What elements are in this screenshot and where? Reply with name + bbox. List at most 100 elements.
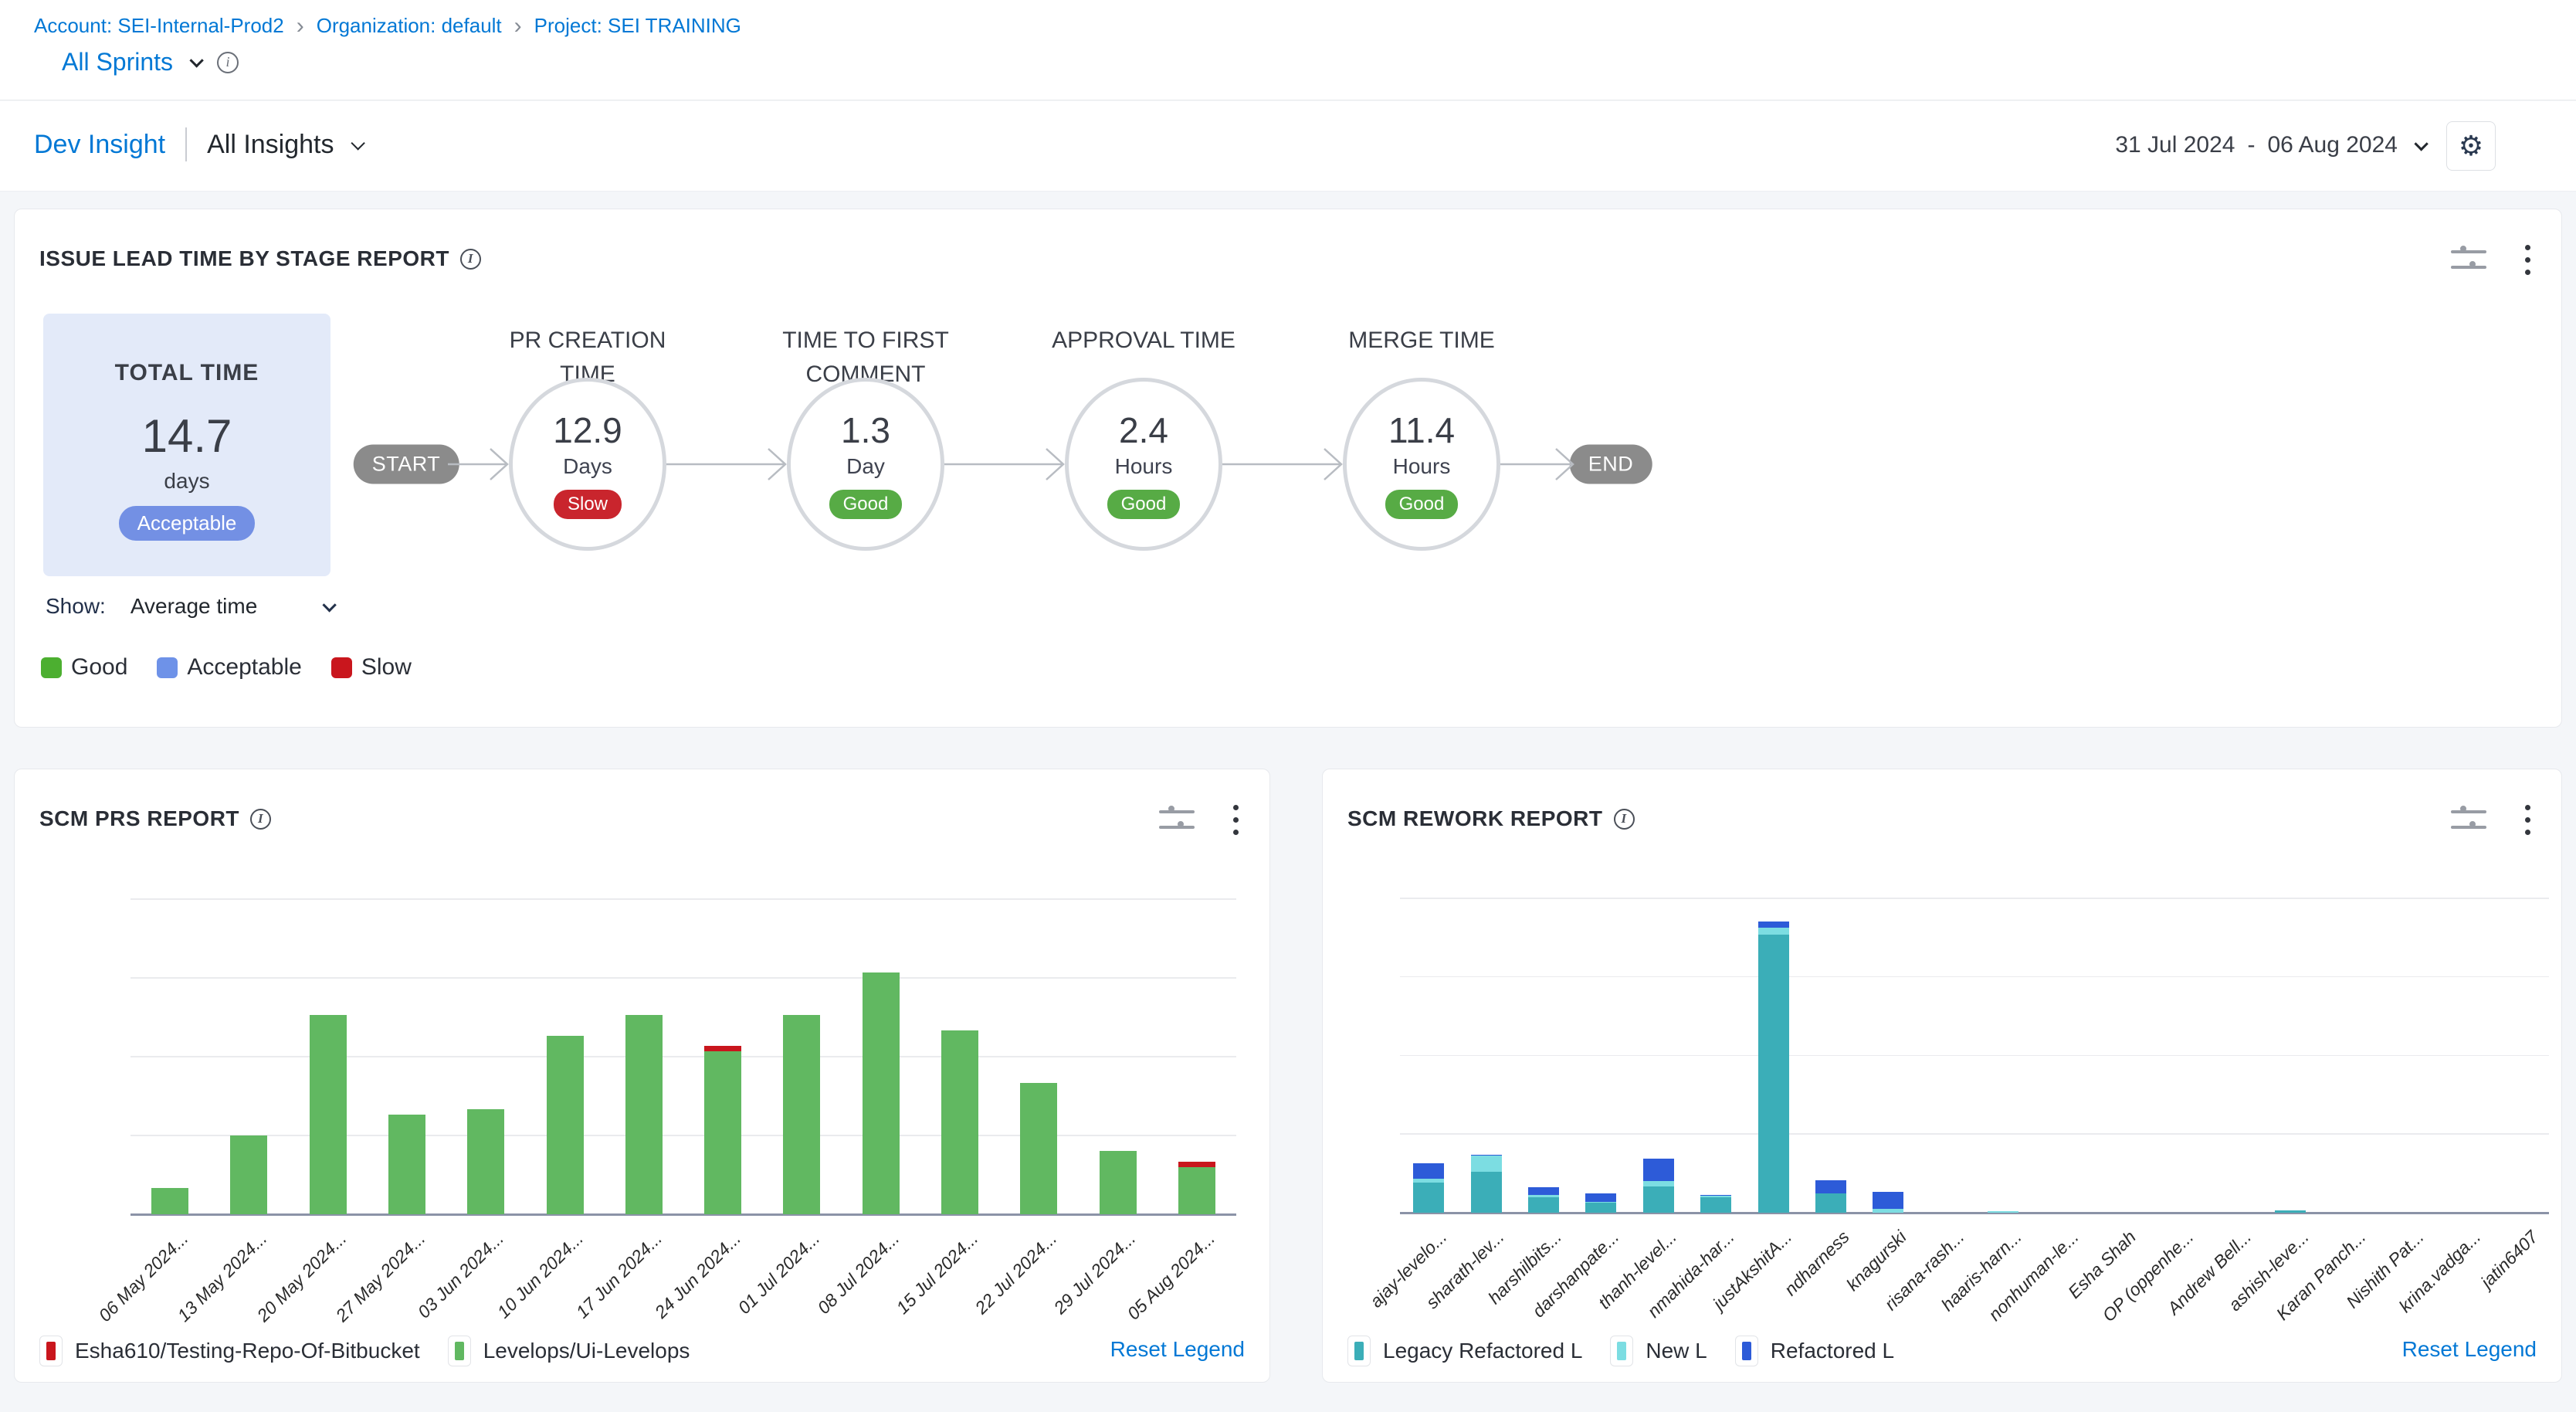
legend-swatch bbox=[448, 1336, 471, 1366]
bar-segment[interactable] bbox=[1178, 1162, 1215, 1167]
bar-segment[interactable] bbox=[1700, 1196, 1731, 1197]
bar-segment[interactable] bbox=[1471, 1155, 1502, 1156]
bar-segment[interactable] bbox=[1178, 1167, 1215, 1214]
bar-segment[interactable] bbox=[1100, 1151, 1137, 1214]
stage-rating-badge: Good bbox=[1107, 490, 1181, 519]
bar-segment[interactable] bbox=[467, 1109, 504, 1214]
bar-segment[interactable] bbox=[1413, 1163, 1444, 1179]
insight-switcher[interactable]: All Insights bbox=[207, 130, 334, 160]
stage-value: 2.4 bbox=[1119, 409, 1168, 451]
divider bbox=[185, 127, 187, 161]
legend-item[interactable]: Refactored L bbox=[1735, 1336, 1894, 1366]
gridline bbox=[1400, 898, 2549, 899]
x-axis-line bbox=[1400, 1212, 2549, 1214]
legend-swatch bbox=[1735, 1336, 1758, 1366]
flow-arrow bbox=[448, 440, 509, 489]
breadcrumb-item[interactable]: Project: SEI TRAINING bbox=[534, 14, 741, 38]
flow-arrow bbox=[1500, 440, 1574, 489]
bar-segment[interactable] bbox=[1873, 1209, 1903, 1213]
issue-lead-time-panel: ISSUE LEAD TIME BY STAGE REPORT i TOTAL … bbox=[14, 209, 2562, 728]
bar-segment[interactable] bbox=[1643, 1159, 1674, 1182]
chevron-down-icon bbox=[2414, 137, 2428, 151]
plot-area bbox=[130, 899, 1236, 1214]
date-range-end: 06 Aug 2024 bbox=[2267, 132, 2398, 158]
scm-rework-panel: SCM REWORK REPORT i ajay-levelo...sharat… bbox=[1322, 769, 2562, 1383]
reset-legend-link[interactable]: Reset Legend bbox=[2402, 1337, 2537, 1362]
stage-title: APPROVAL TIME bbox=[1035, 324, 1252, 358]
chevron-down-icon bbox=[189, 53, 203, 67]
legend-label: Esha610/Testing-Repo-Of-Bitbucket bbox=[75, 1339, 420, 1363]
bar-segment[interactable] bbox=[230, 1135, 267, 1214]
chevron-down-icon[interactable] bbox=[351, 136, 364, 150]
sprint-selector[interactable]: All Sprints i bbox=[62, 48, 239, 76]
stage-value: 11.4 bbox=[1388, 409, 1455, 451]
bar-segment[interactable] bbox=[1758, 922, 1789, 928]
gear-icon: ⚙ bbox=[2459, 130, 2483, 162]
stage-node[interactable]: 12.9 Days Slow bbox=[509, 378, 666, 551]
bar-segment[interactable] bbox=[1700, 1197, 1731, 1213]
breadcrumb-item[interactable]: Organization: default bbox=[317, 14, 502, 38]
breadcrumb-item[interactable]: Account: SEI-Internal-Prod2 bbox=[34, 14, 284, 38]
bar-segment[interactable] bbox=[783, 1015, 820, 1214]
stage-node[interactable]: 11.4HoursGood bbox=[1343, 378, 1500, 551]
bar-segment[interactable] bbox=[1020, 1083, 1057, 1214]
legend-swatch bbox=[39, 1336, 63, 1366]
bar-segment[interactable] bbox=[1413, 1183, 1444, 1213]
stage-node[interactable]: 1.3DayGood bbox=[787, 378, 944, 551]
legend-item[interactable]: Levelops/Ui-Levelops bbox=[448, 1336, 690, 1366]
legend-swatch-color bbox=[46, 1342, 56, 1360]
scm-rework-chart: ajay-levelo...sharath-lev...harshilbits.… bbox=[1323, 769, 2561, 1382]
date-range-selector[interactable]: 31 Jul 2024 - 06 Aug 2024 bbox=[2115, 132, 2425, 158]
plot-area bbox=[1400, 898, 2549, 1213]
bar-segment[interactable] bbox=[1700, 1195, 1731, 1196]
bar-segment[interactable] bbox=[941, 1030, 978, 1214]
bar-segment[interactable] bbox=[547, 1036, 584, 1214]
bar-segment[interactable] bbox=[1585, 1202, 1616, 1203]
bar-segment[interactable] bbox=[1758, 935, 1789, 1213]
bar-segment[interactable] bbox=[1528, 1195, 1559, 1197]
bar-segment[interactable] bbox=[1471, 1172, 1502, 1213]
bar-segment[interactable] bbox=[1528, 1197, 1559, 1213]
bar-segment[interactable] bbox=[310, 1015, 347, 1214]
bar-segment[interactable] bbox=[625, 1015, 663, 1214]
flow-end-pill: END bbox=[1570, 445, 1652, 484]
bar-segment[interactable] bbox=[863, 972, 900, 1214]
stage-node[interactable]: 2.4HoursGood bbox=[1065, 378, 1222, 551]
bar-segment[interactable] bbox=[1528, 1187, 1559, 1194]
lead-time-flow: STARTENDPR CREATION TIME12.9DaysSlowTIME… bbox=[15, 209, 2561, 727]
reset-legend-link[interactable]: Reset Legend bbox=[1110, 1337, 1245, 1362]
bar-segment[interactable] bbox=[388, 1115, 425, 1214]
bar-segment[interactable] bbox=[151, 1188, 188, 1214]
dev-insight-link[interactable]: Dev Insight bbox=[34, 130, 165, 160]
settings-button[interactable]: ⚙ bbox=[2446, 121, 2496, 171]
bar-segment[interactable] bbox=[1413, 1179, 1444, 1183]
bar-segment[interactable] bbox=[1643, 1181, 1674, 1186]
scm-prs-panel: SCM PRS REPORT i 06 May 2024...13 May 20… bbox=[14, 769, 1270, 1383]
gridline bbox=[130, 977, 1236, 979]
bar-segment[interactable] bbox=[2275, 1210, 2306, 1213]
bar-segment[interactable] bbox=[1988, 1211, 2018, 1213]
bar-segment[interactable] bbox=[1643, 1186, 1674, 1213]
bar-segment[interactable] bbox=[704, 1046, 741, 1051]
legend-item[interactable]: Esha610/Testing-Repo-Of-Bitbucket bbox=[39, 1336, 420, 1366]
bar-segment[interactable] bbox=[1585, 1203, 1616, 1213]
gridline bbox=[1400, 976, 2549, 978]
stage-value: 12.9 bbox=[553, 409, 622, 451]
bar-segment[interactable] bbox=[1758, 928, 1789, 935]
insight-header-bar: Dev Insight All Insights 31 Jul 2024 - 0… bbox=[0, 101, 2576, 192]
stage-unit: Days bbox=[563, 454, 612, 479]
legend-item[interactable]: Legacy Refactored L bbox=[1347, 1336, 1582, 1366]
legend-swatch-color bbox=[455, 1342, 464, 1360]
info-icon[interactable]: i bbox=[217, 52, 239, 73]
bar-segment[interactable] bbox=[704, 1051, 741, 1214]
bar-segment[interactable] bbox=[1815, 1193, 1846, 1213]
legend-swatch-color bbox=[1354, 1342, 1364, 1360]
stage-rating-badge: Slow bbox=[554, 490, 622, 519]
bar-segment[interactable] bbox=[1471, 1156, 1502, 1171]
x-tick-label: 22 Jul 2024... bbox=[971, 1228, 1062, 1319]
bar-segment[interactable] bbox=[1815, 1180, 1846, 1193]
legend-label: Legacy Refactored L bbox=[1383, 1339, 1582, 1363]
bar-segment[interactable] bbox=[1585, 1193, 1616, 1202]
bar-segment[interactable] bbox=[1873, 1192, 1903, 1209]
legend-item[interactable]: New L bbox=[1610, 1336, 1707, 1366]
